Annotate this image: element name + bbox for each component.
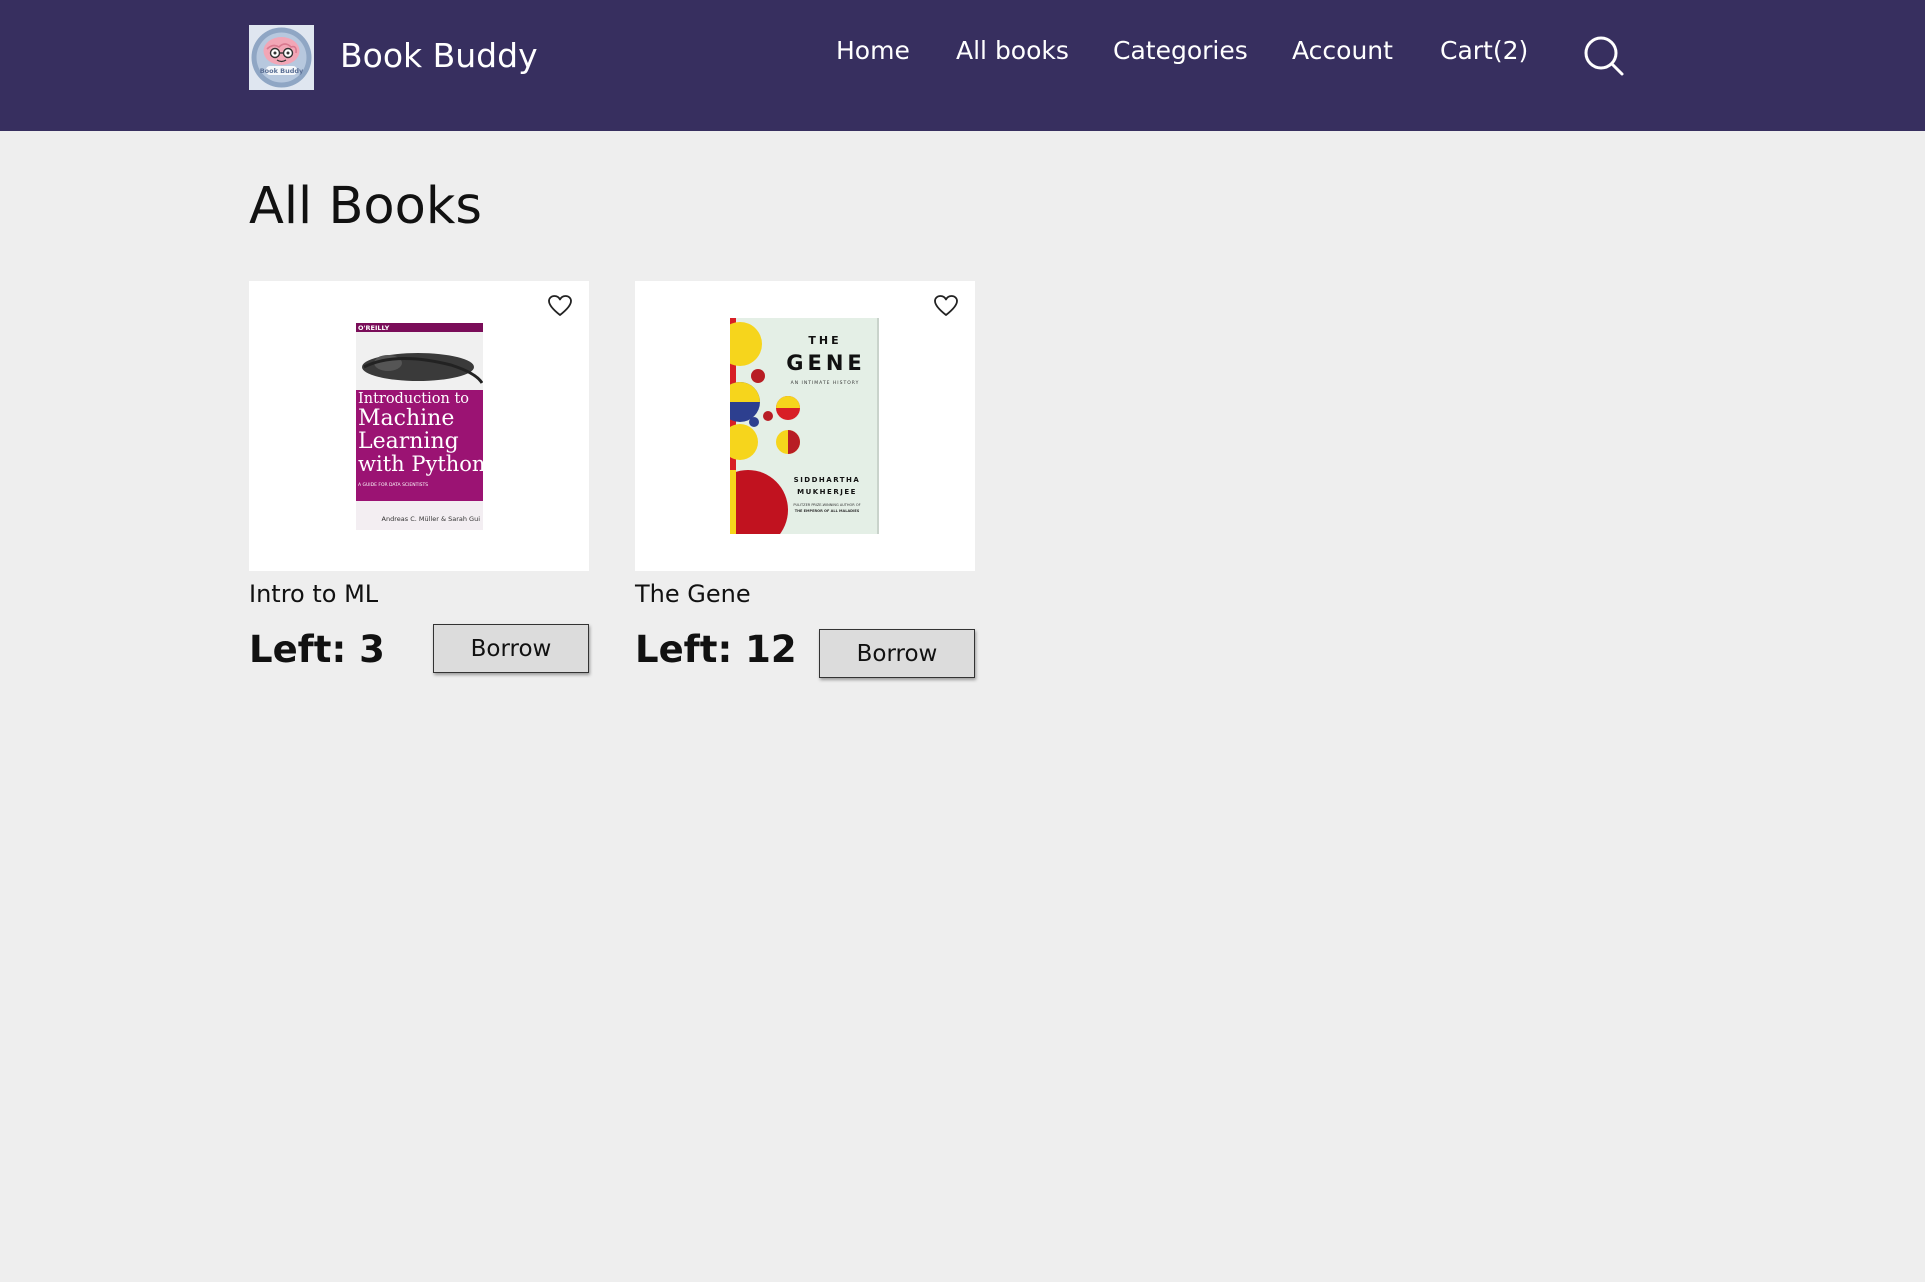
cover-publisher: O'REILLY (358, 324, 390, 332)
cover-author-last: MUKHERJEE (797, 488, 857, 496)
cover-authors: Andreas C. Müller & Sarah Gui (382, 515, 481, 523)
nav-account[interactable]: Account (1292, 36, 1393, 65)
book-card-image[interactable]: THE GENE AN INTIMATE HISTORY SIDDHARTHA … (635, 281, 975, 571)
borrow-button[interactable]: Borrow (819, 629, 975, 678)
top-navbar: Book Buddy Book Buddy Home All books Cat… (0, 0, 1925, 131)
heart-outline-icon (548, 295, 572, 316)
favorite-button[interactable] (547, 294, 573, 318)
cover-gene: GENE (786, 351, 866, 375)
heart-outline-icon (934, 295, 958, 316)
nav-cart[interactable]: Cart(2) (1440, 36, 1528, 65)
cover-line-1: Introduction to (358, 391, 469, 407)
nav-all-books[interactable]: All books (956, 36, 1069, 65)
cover-blurb-2: THE EMPEROR OF ALL MALADIES (795, 509, 860, 513)
page-title: All Books (249, 177, 482, 236)
cover-line-2: Machine (358, 406, 454, 431)
copies-left: Left: 12 (635, 628, 797, 671)
copies-left: Left: 3 (249, 628, 385, 671)
brand-name[interactable]: Book Buddy (340, 36, 538, 75)
book-cover-the-gene: THE GENE AN INTIMATE HISTORY SIDDHARTHA … (730, 318, 879, 534)
cover-line-3: Learning (358, 429, 459, 454)
cover-subtitle: AN INTIMATE HISTORY (791, 380, 860, 386)
book-card-image[interactable]: O'REILLY Introduction to Machine Learnin… (249, 281, 589, 571)
favorite-button[interactable] (933, 294, 959, 318)
book-title[interactable]: Intro to ML (249, 580, 378, 608)
search-button[interactable] (1582, 34, 1626, 78)
cover-blurb-1: PULITZER PRIZE-WINNING AUTHOR OF (793, 503, 860, 507)
cover-the: THE (808, 334, 841, 347)
nav-home[interactable]: Home (836, 36, 910, 65)
borrow-button[interactable]: Borrow (433, 624, 589, 673)
nav-categories[interactable]: Categories (1113, 36, 1248, 65)
book-cover-intro-to-ml: O'REILLY Introduction to Machine Learnin… (356, 323, 483, 530)
cover-subtitle: A GUIDE FOR DATA SCIENTISTS (358, 482, 428, 488)
logo-text: Book Buddy (260, 67, 304, 75)
brain-mascot-icon: Book Buddy (251, 27, 312, 88)
cover-author-first: SIDDHARTHA (794, 476, 861, 484)
search-icon (1584, 36, 1624, 76)
book-title[interactable]: The Gene (635, 580, 751, 608)
cover-line-4: with Python (358, 452, 483, 476)
logo[interactable]: Book Buddy (249, 25, 314, 90)
